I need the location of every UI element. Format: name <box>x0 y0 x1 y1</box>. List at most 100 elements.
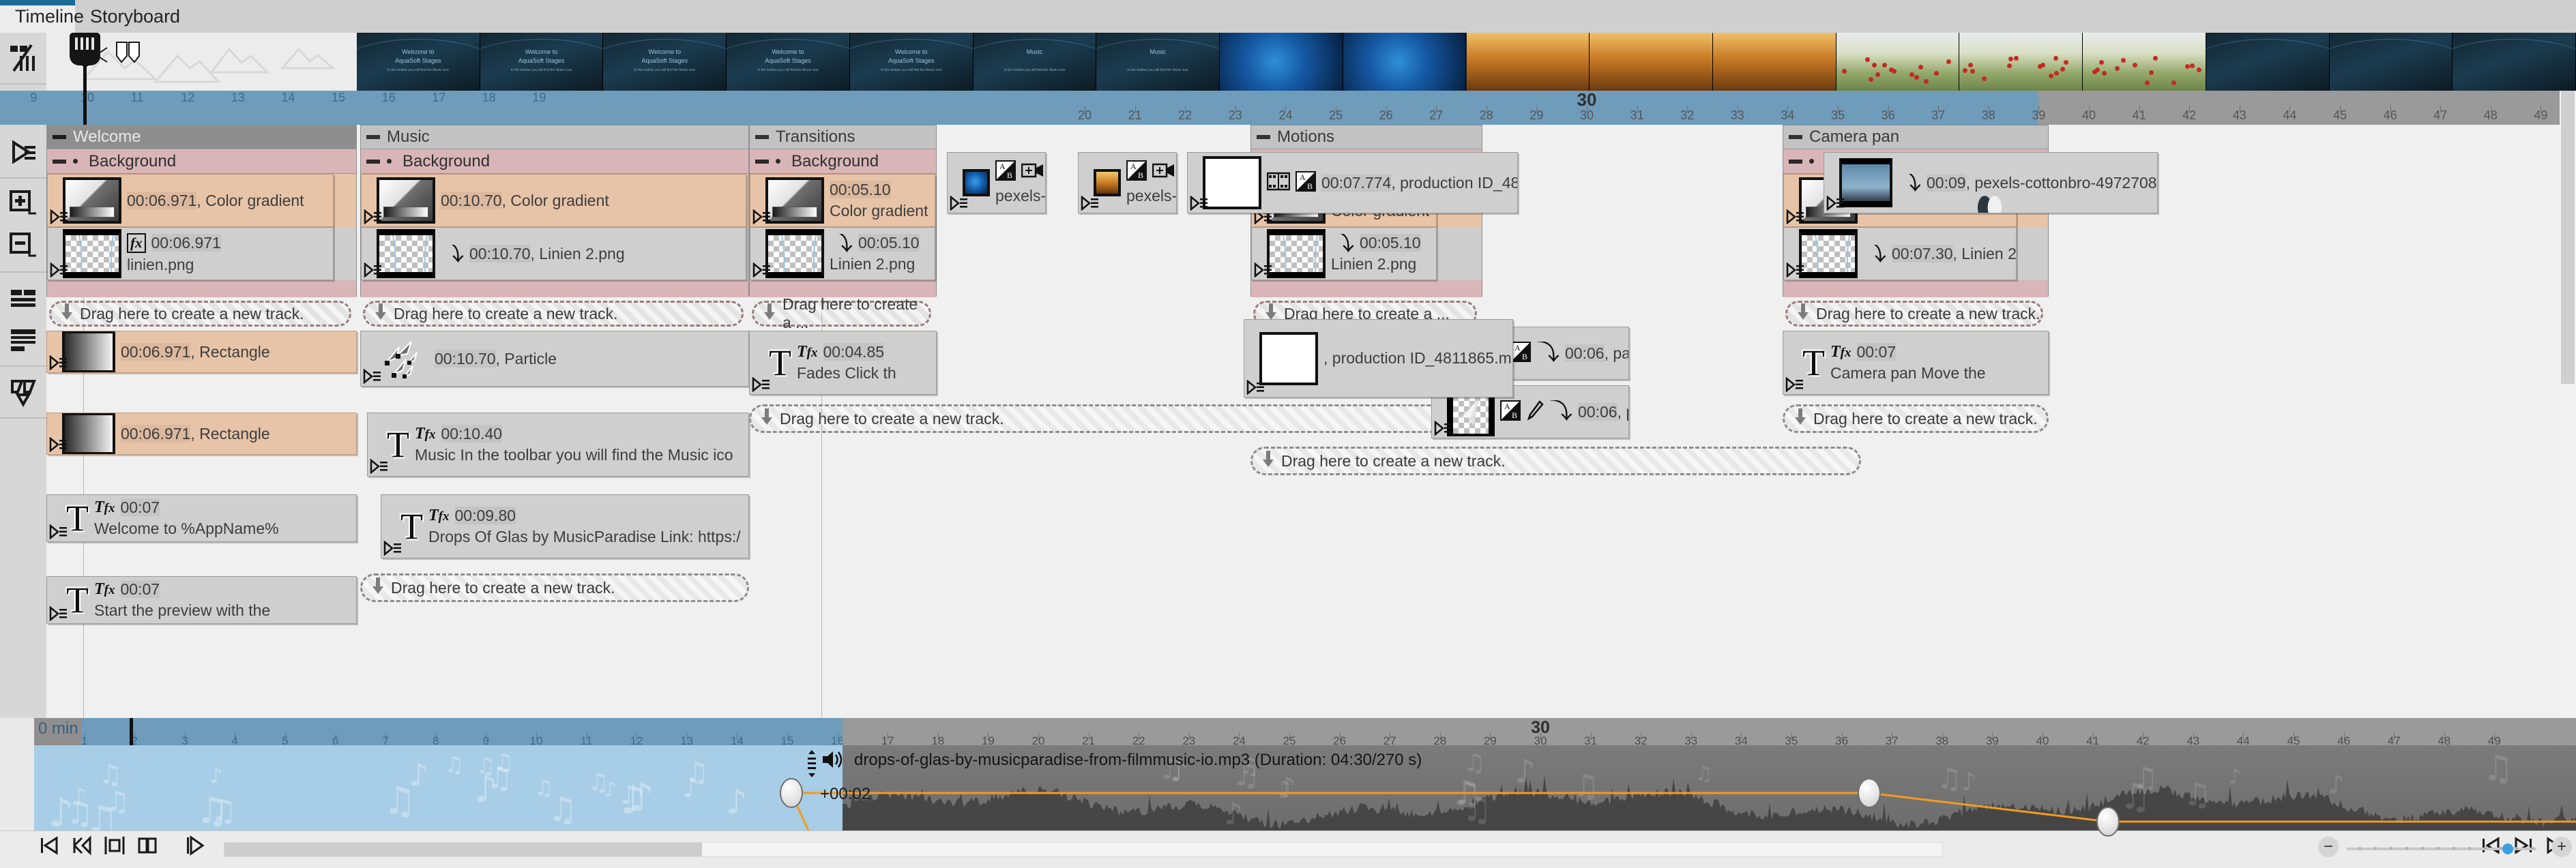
add-track-icon[interactable] <box>0 183 46 225</box>
track-rows-icon[interactable] <box>0 319 46 361</box>
remove-track-icon[interactable] <box>0 225 46 267</box>
zoom-out-button[interactable]: − <box>2318 837 2339 857</box>
filmstrip-frame[interactable]: Music In the toolbar you will find the Mu… <box>1096 33 1220 91</box>
timeline-clip[interactable]: AB00:03 pexels-alex-ma <box>947 152 1046 213</box>
drag-here-to-create-track[interactable]: Drag here to create a new track. <box>360 573 749 602</box>
filmstrip-frame[interactable] <box>1836 33 1960 91</box>
drag-here-to-create-track[interactable]: Drag here to create a new track. <box>1785 301 2043 327</box>
timeline-group[interactable]: Music Background 00:10.70, Color gradient ⤵… <box>360 125 749 297</box>
fit-to-window-icon[interactable] <box>103 834 126 860</box>
track-lane-empty[interactable] <box>47 280 356 297</box>
timeline-group[interactable]: Transitions Background 00:05.10 Color gradi… <box>749 125 937 297</box>
filmstrip-frame[interactable]: Welcome to AquaSoft Stages In the toolbar … <box>850 33 974 91</box>
collapse-group-icon[interactable] <box>1257 135 1270 139</box>
collapse-group-icon[interactable] <box>1789 135 1802 139</box>
timeline-clip[interactable]: ⤵ 00:05.10 Linien 2.png <box>1251 227 1437 280</box>
filmstrip-frame[interactable] <box>1590 33 1713 91</box>
filmstrip-frame[interactable]: Welcome to AquaSoft Stages In the toolbar … <box>480 33 604 91</box>
track-lane-empty[interactable] <box>1251 280 1482 297</box>
timeline-clip[interactable]: AB00:03 pexels-niyahav- <box>1078 152 1177 213</box>
play-object-icon[interactable] <box>363 369 382 384</box>
timeline-clip[interactable]: T Tfx 00:09.80 Drops Of Glas by MusicParadi… <box>381 494 749 558</box>
filmstrip-frame[interactable] <box>1343 33 1467 91</box>
timeline-clip[interactable]: 00:10.70, Particle <box>360 331 749 387</box>
play-object-icon[interactable] <box>370 459 389 474</box>
filmstrip-frame[interactable] <box>1220 33 1343 91</box>
horizontal-scrollbar-thumb[interactable] <box>224 843 702 856</box>
play-range-icon[interactable] <box>0 131 46 173</box>
volume-keyframe[interactable] <box>2096 807 2120 837</box>
filmstrip-frame[interactable] <box>2206 33 2330 91</box>
timeline-group[interactable]: Welcome Background 00:06.971, Color gradie… <box>46 125 357 297</box>
soundtrack-playhead[interactable] <box>130 718 133 745</box>
play-object-icon[interactable] <box>49 524 68 539</box>
soundtrack-body[interactable]: ♫♪♫♫♫♫♫♫♪♪♫♫♫♫♪♪♪♪♪♫♫♪♪♫♫♪ ♫♪♫♫♪♫♫♫♫♫♫♫♪… <box>0 745 2576 830</box>
timeline-clip[interactable]: 00:06.971, Rectangle <box>46 413 357 455</box>
track-header-background[interactable]: Background <box>47 149 356 174</box>
play-object-icon[interactable] <box>752 209 772 224</box>
horizontal-scrollbar[interactable] <box>224 842 1943 857</box>
track-header-background[interactable]: Background <box>750 149 936 174</box>
vertical-scrollbar-thumb[interactable] <box>2561 91 2575 384</box>
play-object-icon[interactable] <box>50 263 69 278</box>
stack-icon[interactable] <box>0 371 46 413</box>
collapse-group-icon[interactable] <box>366 135 380 139</box>
track-collapse-icon[interactable] <box>366 160 380 164</box>
play-object-icon[interactable] <box>50 209 69 224</box>
play-object-icon[interactable] <box>752 263 772 278</box>
group-header[interactable]: Camera pan <box>1783 125 2048 149</box>
previous-marker-icon[interactable] <box>70 834 93 860</box>
timeline-clip[interactable]: ⤵00:09, pexels-cottonbro-4972708.jpg <box>1824 152 2158 213</box>
timeline-clip[interactable]: T Tfx 00:07 Camera pan Move the <box>1783 331 2049 395</box>
timeline-clip[interactable]: 00:06.971, Rectangle <box>46 331 357 373</box>
track-lane-empty[interactable] <box>1783 280 2048 297</box>
track-collapse-icon[interactable] <box>1789 160 1802 164</box>
playhead-handle[interactable] <box>70 33 100 65</box>
play-object-icon[interactable] <box>1786 209 1805 224</box>
timeline-clip[interactable]: AB 00:07.774, production ID_4811872.mp4 <box>1187 152 1518 213</box>
tab-timeline[interactable]: Timeline <box>0 0 75 33</box>
volume-keyframe[interactable] <box>780 778 803 808</box>
collapse-group-icon[interactable] <box>53 135 66 139</box>
drag-here-to-create-track[interactable]: Drag here to create a new track. <box>49 301 351 327</box>
drag-here-to-create-track[interactable]: Drag here to create a new track. <box>1783 404 2049 433</box>
timeline-clip[interactable]: T Tfx 00:04.85 Fades Click th <box>749 331 937 395</box>
timeline-clip[interactable]: T Tfx 00:07 Start the preview with the <box>46 576 357 624</box>
group-header[interactable]: Music <box>361 125 748 149</box>
timeline-clip[interactable]: T Tfx 00:10.40 Music In the toolbar you wil… <box>367 413 749 477</box>
timeline-clip[interactable]: 00:06.971, Color gradient <box>47 174 334 227</box>
play-object-icon[interactable] <box>1826 196 1845 211</box>
group-header[interactable]: Welcome <box>47 125 356 149</box>
play-object-icon[interactable] <box>49 355 68 370</box>
timeline-ruler[interactable]: 1234567891011121314151617181920212223242… <box>46 91 2576 125</box>
filmstrip-frame[interactable]: Welcome to AquaSoft Stages In the toolbar … <box>603 33 727 91</box>
play-object-icon[interactable] <box>752 377 771 392</box>
playhead[interactable] <box>83 33 87 125</box>
play-object-icon[interactable] <box>383 541 402 556</box>
play-object-icon[interactable] <box>1081 196 1100 211</box>
filmstrip-frame[interactable] <box>1713 33 1836 91</box>
timeline-clip[interactable]: ⤵ 00:07.30, Linien 2. <box>1783 227 2017 280</box>
timeline-clip[interactable]: fx 00:06.971 linien.png <box>47 227 334 280</box>
play-object-icon[interactable] <box>49 606 68 621</box>
preview-filmstrip[interactable]: Welcome to AquaSoft Stages In the toolbar … <box>357 33 2576 91</box>
tab-storyboard[interactable]: Storyboard <box>75 0 171 33</box>
timeline-clip[interactable]: 00:10.70, Color gradient <box>361 174 746 227</box>
resize-handle-icon[interactable] <box>805 748 819 783</box>
volume-keyframe[interactable] <box>1858 778 1881 808</box>
collapse-group-icon[interactable] <box>755 135 769 139</box>
filmstrip-frame[interactable] <box>2083 33 2206 91</box>
play-object-icon[interactable] <box>1246 380 1265 395</box>
play-preview-icon[interactable] <box>184 834 207 860</box>
track-layout-icon[interactable] <box>0 277 46 319</box>
timeline-clip[interactable]: 00:05.10 Color gradient <box>750 174 935 227</box>
filmstrip-frame[interactable] <box>1959 33 2083 91</box>
timeline-clip[interactable]: ⤵ 00:05.10 Linien 2.png <box>750 227 935 280</box>
drag-here-to-create-track[interactable]: Drag here to create a new track. <box>363 301 744 327</box>
go-to-start-icon[interactable] <box>38 834 61 860</box>
zoom-slider-knob[interactable] <box>2502 843 2513 854</box>
track-collapse-icon[interactable] <box>53 160 66 164</box>
zoom-in-button[interactable]: + <box>2551 837 2572 857</box>
play-object-icon[interactable] <box>1786 263 1805 278</box>
drag-here-to-create-track[interactable]: Drag here to create a ... <box>752 301 931 327</box>
